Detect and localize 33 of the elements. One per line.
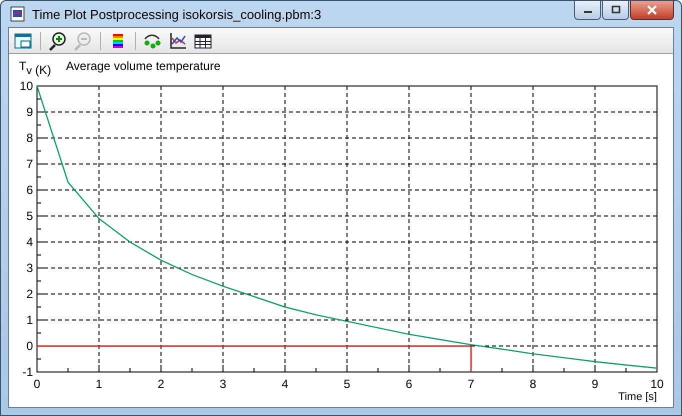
y-tick-label: 0 xyxy=(26,339,33,353)
y-tick-label: 7 xyxy=(26,157,33,171)
y-tick-label: 8 xyxy=(26,131,33,145)
x-tick-label: 5 xyxy=(344,377,350,391)
x-tick-label: 3 xyxy=(220,377,226,391)
x-tick-label: 2 xyxy=(158,377,164,391)
x-tick-label: 7 xyxy=(468,377,474,391)
x-tick-label: 1 xyxy=(96,377,102,391)
x-tick-label: 0 xyxy=(34,377,40,391)
maximize-button[interactable] xyxy=(602,1,629,20)
y-tick-label: 4 xyxy=(26,235,33,249)
y-tick-label: 2 xyxy=(26,287,33,301)
chart-title: Average volume temperature xyxy=(66,59,221,73)
y-tick-label: 9 xyxy=(26,105,33,119)
y-tick-label: -1 xyxy=(22,365,33,379)
x-tick-label: 6 xyxy=(406,377,412,391)
maximize-icon xyxy=(610,5,622,15)
close-button[interactable] xyxy=(630,1,674,20)
y-tick-label: 6 xyxy=(26,183,33,197)
x-axis-label: Time [s] xyxy=(618,391,657,402)
close-icon xyxy=(645,5,659,15)
window-title: Time Plot Postprocessing isokorsis_cooling.pbm:3 xyxy=(32,6,322,22)
x-tick-label: 9 xyxy=(592,377,598,391)
y-tick-label: 10 xyxy=(20,79,33,93)
y-tick-label: 5 xyxy=(26,209,33,223)
y-tick-label: 1 xyxy=(26,313,33,327)
x-tick-label: 10 xyxy=(650,377,664,391)
axis-title: Tv (K) xyxy=(19,59,52,77)
minimize-button[interactable] xyxy=(574,1,601,20)
app-icon xyxy=(10,6,26,22)
x-tick-label: 8 xyxy=(530,377,536,391)
y-tick-label: 3 xyxy=(26,261,33,275)
x-tick-label: 4 xyxy=(282,377,288,391)
